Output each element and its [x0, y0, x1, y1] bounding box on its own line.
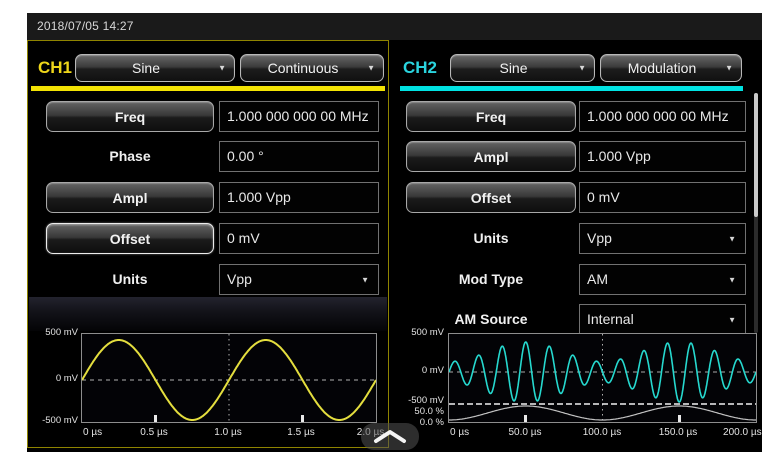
ch2-scrollbar-thumb[interactable]: [754, 93, 758, 217]
ch1-offset-button[interactable]: Offset: [46, 223, 214, 254]
ch2-offset-button[interactable]: Offset: [406, 182, 576, 213]
ch1-xtick-2: 1.0 µs: [214, 427, 241, 438]
ch1-units-dropdown[interactable]: Vpp ▼: [219, 264, 379, 295]
ch2-offset-value[interactable]: 0 mV: [579, 182, 746, 213]
chevron-up-icon: [361, 423, 419, 450]
ch2-waveform-plot: [448, 333, 757, 423]
ch1-waveform-dropdown[interactable]: Sine ▼: [75, 54, 235, 82]
ch1-ytick-500mv: 500 mV: [28, 327, 78, 339]
ch2-tick-mark: [678, 415, 681, 422]
ch2-tick-mark: [524, 415, 527, 422]
ch1-mode-value: Continuous: [241, 55, 365, 81]
ch1-panel[interactable]: CH1 Sine ▼ Continuous ▼ Freq 1.000 000 0…: [27, 40, 389, 448]
device-screen: 2018/07/05 14:27 CH1 Sine ▼ Continuous ▼…: [27, 13, 762, 452]
ch1-waveform-svg: [82, 334, 376, 422]
ch1-title: CH1: [36, 54, 74, 82]
ch1-mode-dropdown[interactable]: Continuous ▼: [240, 54, 384, 82]
ch2-amsource-dropdown[interactable]: Internal ▼: [579, 304, 746, 335]
ch1-ytick-neg500mv: -500 mV: [28, 415, 78, 427]
ch2-xtick-1: 50.0 µs: [508, 427, 541, 438]
chevron-down-icon: ▼: [218, 64, 226, 73]
ch1-phase-value[interactable]: 0.00 °: [219, 141, 379, 172]
ch1-waveform-value: Sine: [76, 55, 216, 81]
chevron-down-icon: ▼: [578, 64, 586, 73]
ch2-modtype-dropdown[interactable]: AM ▼: [579, 264, 746, 295]
ch2-modtype-label: Mod Type: [406, 264, 576, 295]
ch2-freq-value[interactable]: 1.000 000 000 00 MHz: [579, 101, 746, 132]
ch2-xtick-2: 100.0 µs: [583, 427, 622, 438]
ch2-modulation-envelope: [449, 406, 756, 420]
ch1-tick-mark: [301, 415, 304, 422]
ch2-mode-value: Modulation: [601, 55, 723, 81]
ch2-modtype-value: AM: [587, 271, 608, 287]
ch2-amsource-value: Internal: [587, 311, 634, 327]
ch2-ytick-0mv: 0 mV: [390, 365, 444, 377]
chevron-down-icon: ▼: [728, 265, 736, 294]
ch2-ytick-500mv: 500 mV: [390, 327, 444, 339]
ch1-ytick-0mv: 0 mV: [28, 373, 78, 385]
ch1-freq-button[interactable]: Freq: [46, 101, 214, 132]
screenshot-stage: 2018/07/05 14:27 CH1 Sine ▼ Continuous ▼…: [0, 0, 768, 460]
ch2-title: CH2: [400, 54, 440, 82]
chevron-down-icon: ▼: [367, 64, 375, 73]
ch2-units-value: Vpp: [587, 230, 612, 246]
ch1-offset-value[interactable]: 0 mV: [219, 223, 379, 254]
ch1-accent-underline: [31, 86, 385, 91]
ch1-xtick-1: 0.5 µs: [140, 427, 167, 438]
ch2-waveform-value: Sine: [451, 55, 576, 81]
ch1-waveform-plot: [81, 333, 377, 423]
ch2-ampl-value[interactable]: 1.000 Vpp: [579, 141, 746, 172]
ch2-waveform-dropdown[interactable]: Sine ▼: [450, 54, 595, 82]
collapse-button[interactable]: [361, 423, 419, 450]
chevron-down-icon: ▼: [361, 265, 369, 294]
ch2-am-wave: [449, 342, 756, 402]
chevron-down-icon: ▼: [728, 224, 736, 253]
ch1-units-label: Units: [46, 264, 214, 295]
ch1-ampl-value[interactable]: 1.000 Vpp: [219, 182, 379, 213]
status-bar: 2018/07/05 14:27: [27, 13, 762, 40]
ch2-mode-dropdown[interactable]: Modulation ▼: [600, 54, 742, 82]
ch2-ampl-button[interactable]: Ampl: [406, 141, 576, 172]
ch2-panel[interactable]: CH2 Sine ▼ Modulation ▼ Freq 1.000 000 0…: [389, 40, 762, 448]
ch1-phase-label: Phase: [46, 141, 214, 172]
ch2-units-label: Units: [406, 223, 576, 254]
ch2-xtick-0: 0 µs: [450, 427, 469, 438]
ch1-ampl-button[interactable]: Ampl: [46, 182, 214, 213]
chevron-down-icon: ▼: [728, 305, 736, 334]
ch2-units-dropdown[interactable]: Vpp ▼: [579, 223, 746, 254]
ch1-xtick-0: 0 µs: [83, 427, 102, 438]
ch2-xtick-4: 200.0 µs: [723, 427, 762, 438]
ch1-freq-value[interactable]: 1.000 000 000 00 MHz: [219, 101, 379, 132]
ch2-xtick-3: 150.0 µs: [659, 427, 698, 438]
ch2-waveform-svg: [449, 334, 756, 422]
ch2-accent-underline: [400, 86, 743, 91]
ch1-tick-mark: [154, 415, 157, 422]
ch2-freq-button[interactable]: Freq: [406, 101, 576, 132]
chevron-down-icon: ▼: [725, 64, 733, 73]
ch1-graph-backdrop: [29, 297, 387, 331]
datetime-label: 2018/07/05 14:27: [37, 19, 134, 33]
ch1-units-value: Vpp: [227, 271, 252, 287]
ch1-xtick-3: 1.5 µs: [287, 427, 314, 438]
